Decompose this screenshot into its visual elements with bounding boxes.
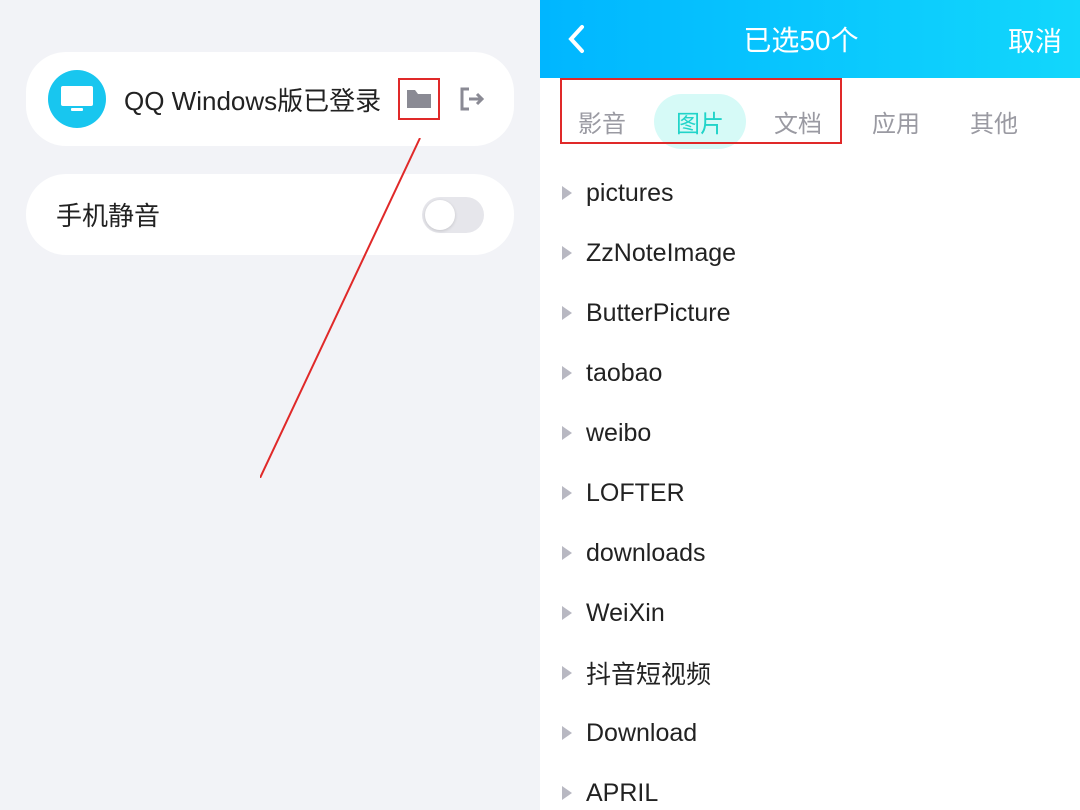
chevron-right-icon <box>562 726 572 740</box>
folder-name: ButterPicture <box>586 299 731 328</box>
pc-icon <box>48 70 106 128</box>
list-item[interactable]: WeiXin <box>562 583 1080 643</box>
list-item[interactable]: APRIL <box>562 763 1080 810</box>
folder-list: pictures ZzNoteImage ButterPicture taoba… <box>540 163 1080 810</box>
mute-card: 手机静音 <box>26 174 514 255</box>
list-item[interactable]: ButterPicture <box>562 283 1080 343</box>
chevron-right-icon <box>562 306 572 320</box>
cancel-button[interactable]: 取消 <box>1008 20 1062 59</box>
mute-toggle[interactable] <box>422 197 484 233</box>
list-item[interactable]: downloads <box>562 523 1080 583</box>
chevron-right-icon <box>562 546 572 560</box>
folder-name: Download <box>586 719 697 748</box>
list-item[interactable]: pictures <box>562 163 1080 223</box>
folder-name: weibo <box>586 419 651 448</box>
titlebar-title: 已选50个 <box>594 19 1008 59</box>
folder-name: ZzNoteImage <box>586 239 736 268</box>
list-item[interactable]: LOFTER <box>562 463 1080 523</box>
folder-name: 抖音短视频 <box>586 655 711 691</box>
chevron-right-icon <box>562 186 572 200</box>
back-button[interactable] <box>558 24 594 54</box>
login-status-text: QQ Windows版已登录 <box>124 81 398 118</box>
list-item[interactable]: Download <box>562 703 1080 763</box>
tab-apps[interactable]: 应用 <box>850 94 942 149</box>
folder-name: pictures <box>586 179 674 208</box>
folder-name: downloads <box>586 539 706 568</box>
list-item[interactable]: 抖音短视频 <box>562 643 1080 703</box>
mute-label: 手机静音 <box>56 196 160 233</box>
logout-button[interactable] <box>450 78 492 120</box>
chevron-right-icon <box>562 246 572 260</box>
chevron-right-icon <box>562 786 572 800</box>
chevron-right-icon <box>562 606 572 620</box>
chevron-right-icon <box>562 486 572 500</box>
list-item[interactable]: taobao <box>562 343 1080 403</box>
titlebar: 已选50个 取消 <box>540 0 1080 78</box>
list-item[interactable]: weibo <box>562 403 1080 463</box>
tab-images[interactable]: 图片 <box>654 94 746 149</box>
category-tabs: 影音 图片 文档 应用 其他 <box>540 78 1080 163</box>
left-panel: QQ Windows版已登录 手机静音 <box>0 0 540 810</box>
list-item[interactable]: ZzNoteImage <box>562 223 1080 283</box>
tab-other[interactable]: 其他 <box>948 94 1040 149</box>
folder-button[interactable] <box>398 78 440 120</box>
tab-docs[interactable]: 文档 <box>752 94 844 149</box>
login-card: QQ Windows版已登录 <box>26 52 514 146</box>
chevron-right-icon <box>562 366 572 380</box>
chevron-right-icon <box>562 666 572 680</box>
folder-name: LOFTER <box>586 479 685 508</box>
folder-name: taobao <box>586 359 662 388</box>
chevron-right-icon <box>562 426 572 440</box>
folder-name: WeiXin <box>586 599 665 628</box>
folder-name: APRIL <box>586 779 658 808</box>
right-panel: 已选50个 取消 影音 图片 文档 应用 其他 pictures ZzNoteI… <box>540 0 1080 810</box>
tab-media[interactable]: 影音 <box>556 94 648 149</box>
